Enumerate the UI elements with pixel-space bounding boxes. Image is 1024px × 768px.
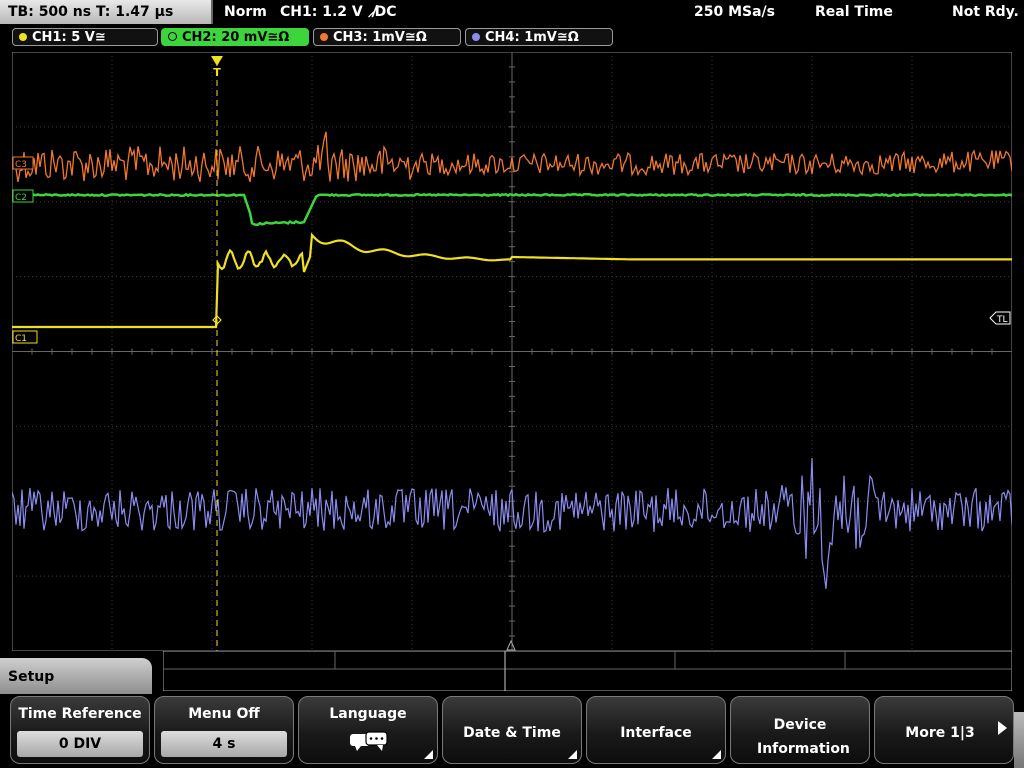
channel-tab-ch1[interactable]: CH1: 5 V≅ (12, 28, 158, 46)
time-overview-bar[interactable] (163, 651, 1012, 691)
button-label: Interface (620, 725, 692, 741)
submenu-corner-icon (712, 750, 721, 759)
button-label: Language (329, 706, 407, 722)
language-button[interactable]: Language (298, 696, 438, 764)
channel-tab-ch4[interactable]: CH4: 1mV≅Ω (465, 28, 613, 46)
time-reference-button[interactable]: Time Reference 0 DIV (10, 696, 150, 764)
trigger-mode: Norm (224, 4, 267, 20)
trigger-marker-label: T (213, 66, 221, 79)
device-information-button[interactable]: Device Information (730, 696, 870, 764)
side-scroll-strip (1014, 712, 1024, 768)
ready-status: Not Rdy. (952, 4, 1019, 20)
trigger-source: CH1: 1.2 V ⸝̸DC (280, 4, 397, 20)
button-label: Menu Off (188, 706, 260, 722)
timebase-readout[interactable]: TB: 500 ns T: 1.47 µs (0, 0, 213, 24)
channel-label: CH4: 1mV≅Ω (485, 30, 579, 45)
channel-label: CH2: 20 mV≅Ω (182, 30, 290, 45)
ch3-marker-label: C3 (15, 160, 27, 170)
softkey-menu: Time Reference 0 DIV Menu Off 4 s Langua… (0, 694, 1024, 768)
ch3-color-icon (320, 32, 328, 41)
button-label: Time Reference (18, 706, 142, 722)
ch1-ground-marker[interactable]: C1 (12, 330, 38, 344)
button-label: More 1|3 (905, 725, 975, 741)
menu-title: Setup (0, 658, 152, 694)
interface-button[interactable]: Interface (586, 696, 726, 764)
arrow-right-icon (998, 721, 1007, 735)
ch2-ground-marker[interactable]: C2 (12, 189, 34, 203)
more-button[interactable]: More 1|3 (874, 696, 1014, 764)
channel-tab-ch3[interactable]: CH3: 1mV≅Ω (313, 28, 461, 46)
submenu-corner-icon (568, 750, 577, 759)
button-label: Device Information (757, 717, 850, 757)
acquisition-mode: Real Time (815, 4, 893, 20)
waveform-display[interactable]: T C3 C2 C1 TL (12, 52, 1012, 651)
ch1-color-icon (19, 32, 27, 41)
channel-label: CH3: 1mV≅Ω (333, 30, 427, 45)
speech-bubble-icon (350, 731, 388, 751)
submenu-corner-icon (424, 750, 433, 759)
status-bar: TB: 500 ns T: 1.47 µs Norm CH1: 1.2 V ⸝̸… (0, 0, 1024, 25)
time-reference-value: 0 DIV (17, 731, 143, 757)
date-time-button[interactable]: Date & Time (442, 696, 582, 764)
button-label: Date & Time (463, 725, 561, 741)
sample-rate: 250 MSa/s (694, 4, 776, 20)
channel-bar: CH1: 5 V≅ CH2: 20 mV≅Ω CH3: 1mV≅Ω CH4: 1… (0, 26, 1024, 48)
channel-tab-ch2[interactable]: CH2: 20 mV≅Ω (161, 28, 309, 46)
ch2-marker-label: C2 (15, 193, 27, 203)
ch4-color-icon (472, 32, 480, 41)
ch1-marker-label: C1 (15, 334, 27, 344)
channel-label: CH1: 5 V≅ (32, 30, 106, 45)
ch3-ground-marker[interactable]: C3 (12, 156, 34, 170)
tl-marker-label: TL (996, 315, 1008, 325)
ch2-color-icon (168, 32, 177, 41)
menu-off-button[interactable]: Menu Off 4 s (154, 696, 294, 764)
menu-off-value: 4 s (161, 731, 287, 757)
